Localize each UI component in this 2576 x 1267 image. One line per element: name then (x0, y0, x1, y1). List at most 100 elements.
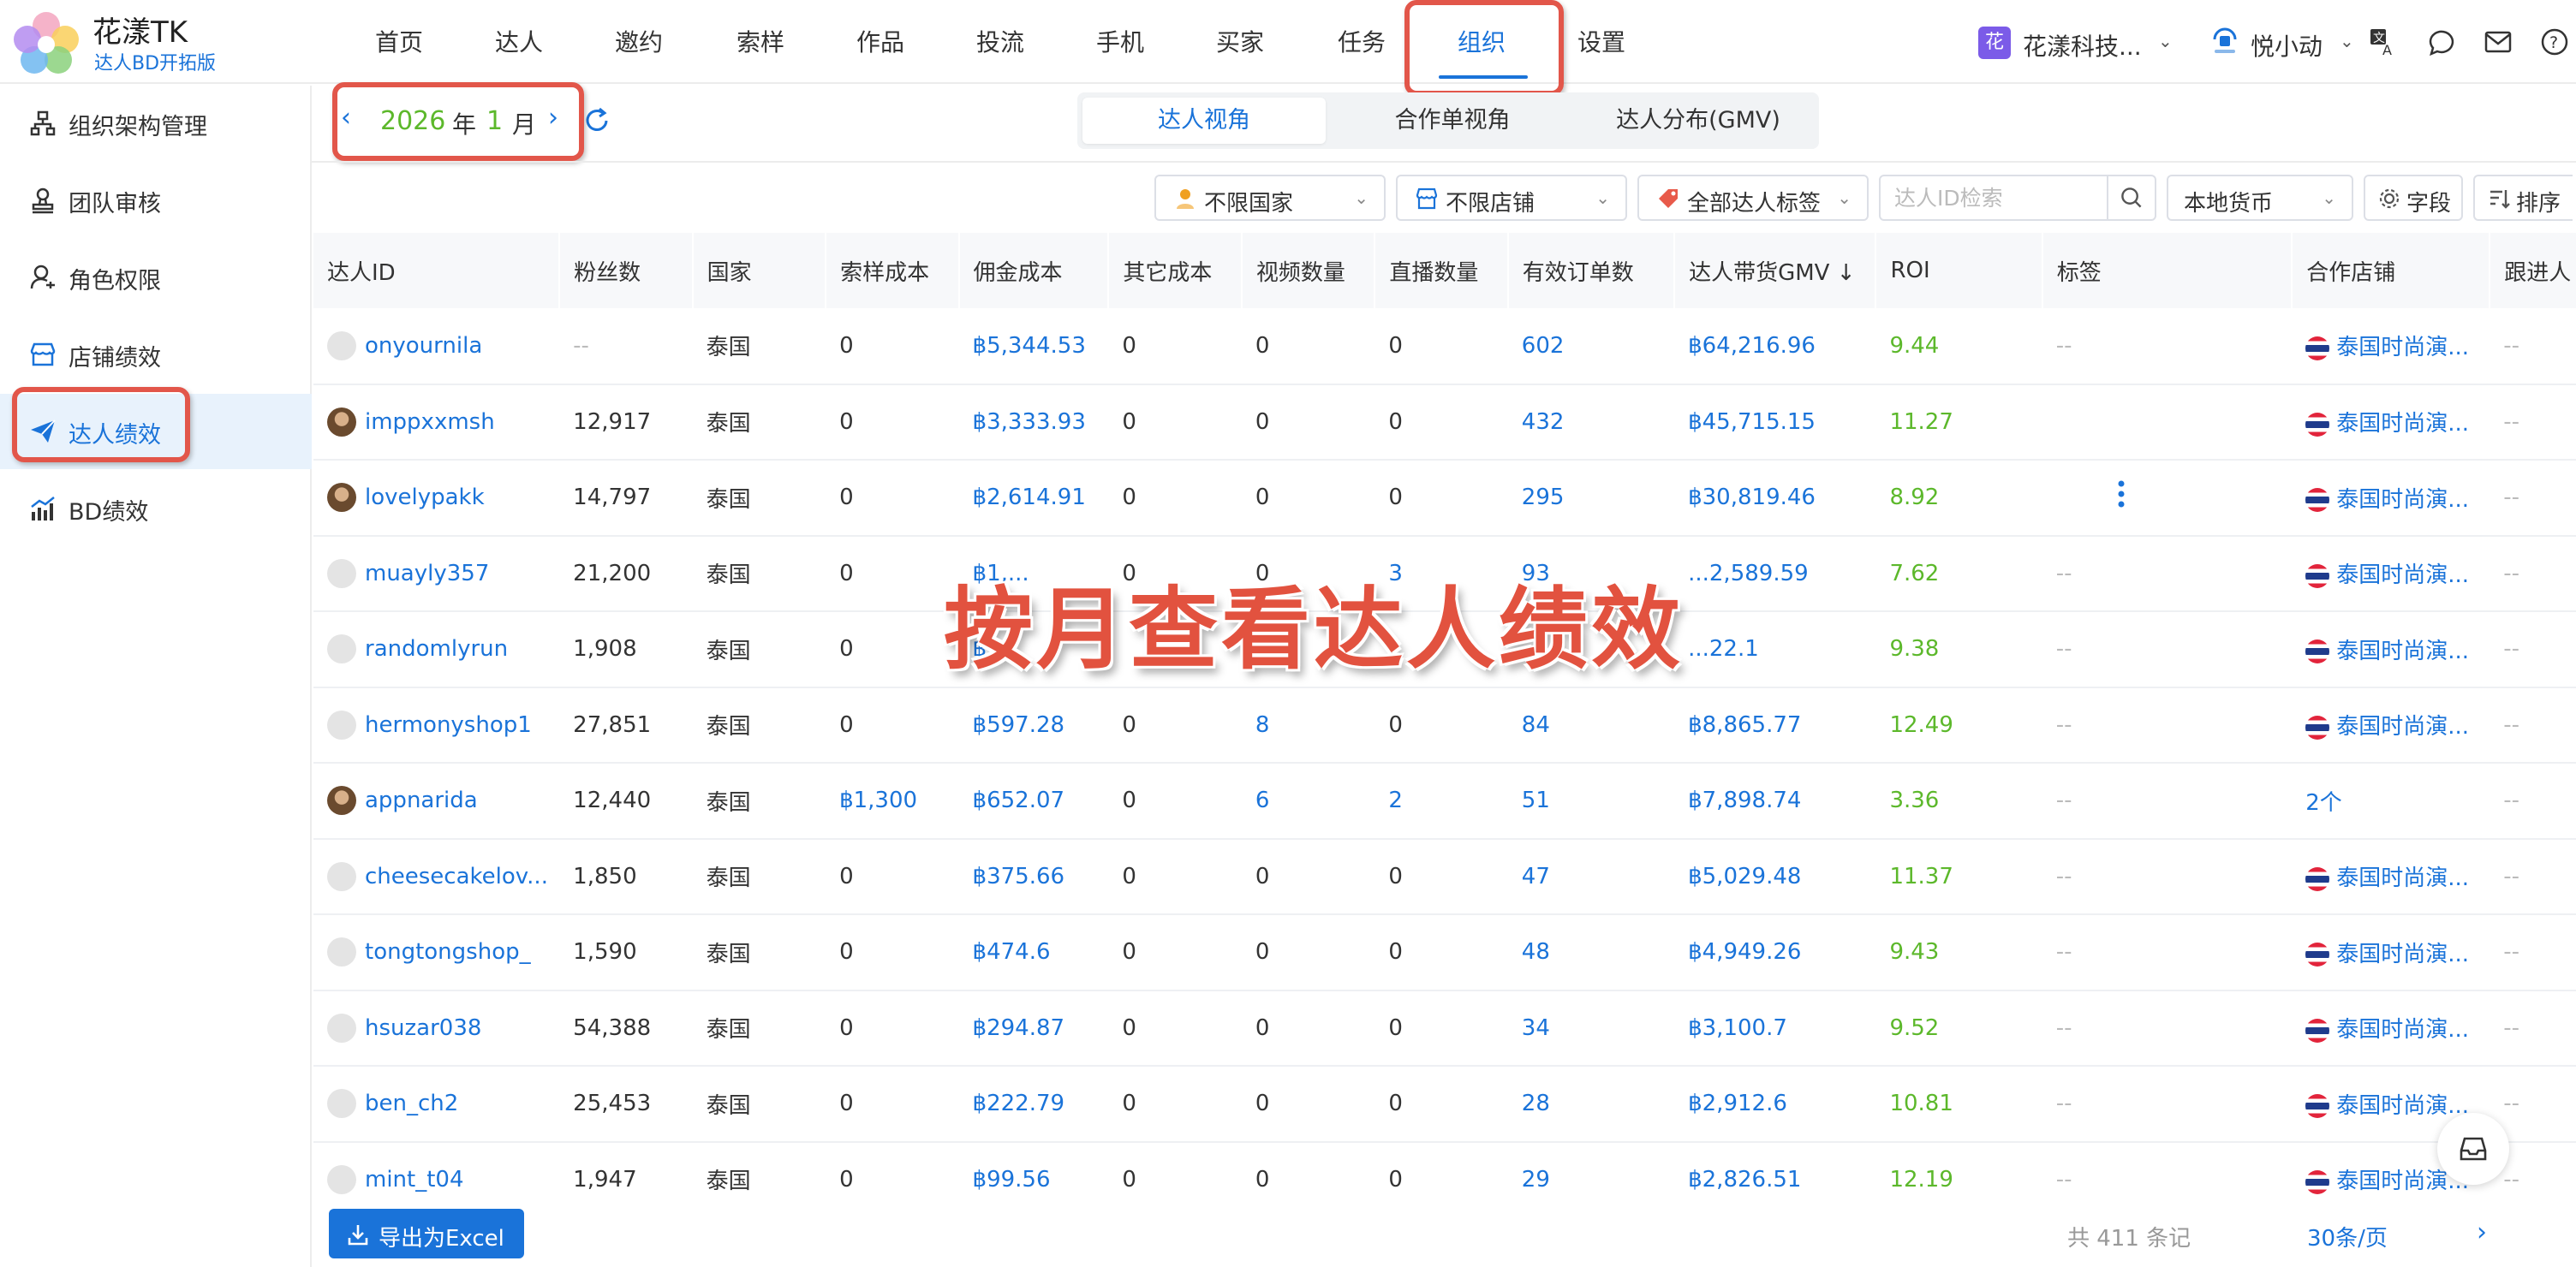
cell-creator-id[interactable]: tongtongshop_ (313, 914, 560, 991)
cell-valid-orders[interactable]: 51 (1507, 763, 1675, 840)
column-header-follower[interactable]: 跟进人 (2490, 233, 2576, 308)
cell-gmv[interactable]: ฿5,029.48 (1674, 838, 1876, 915)
cell-creator-id[interactable]: hsuzar038 (313, 990, 560, 1067)
country-select[interactable]: 不限国家 ⌄ (1154, 175, 1386, 221)
company-chevron-down-icon[interactable]: ⌄ (2158, 31, 2173, 51)
creator-id-link[interactable]: onyournila (365, 333, 482, 359)
creator-id-link[interactable]: ben_ch2 (365, 1091, 458, 1116)
column-header-fans[interactable]: 粉丝数 (559, 233, 694, 308)
cell-valid-orders[interactable]: 34 (1507, 990, 1675, 1067)
cell-commission-cost[interactable]: ฿294.87 (958, 990, 1109, 1067)
shop-name[interactable]: 泰国时尚演... (2336, 562, 2469, 588)
cell-video-count[interactable]: 6 (1241, 763, 1375, 840)
column-header-valid-orders[interactable]: 有效订单数 (1507, 233, 1676, 308)
chat-icon[interactable] (2427, 27, 2456, 57)
currency-select[interactable]: 本地货币 ⌄ (2167, 175, 2353, 221)
cell-commission-cost[interactable]: ฿222.79 (958, 1066, 1109, 1143)
column-header-roi[interactable]: ROI (1875, 233, 2043, 308)
shop-name[interactable]: 泰国时尚演... (2336, 335, 2469, 360)
sidebar-item-role-permission[interactable]: 角色权限 (0, 240, 312, 315)
cell-gmv[interactable]: ฿7,898.74 (1674, 763, 1876, 840)
cell-cooperation-shop[interactable]: 泰国时尚演... (2292, 914, 2490, 991)
tab-creator-distribution-gmv[interactable]: 达人分布(GMV) (1579, 92, 1817, 149)
cell-gmv[interactable]: ฿2,912.6 (1674, 1066, 1876, 1143)
shop-name[interactable]: 泰国时尚演... (2336, 865, 2469, 891)
cell-creator-id[interactable]: cheesecakelov... (313, 838, 560, 915)
cell-cooperation-shop[interactable]: 泰国时尚演... (2292, 535, 2490, 612)
shop-name[interactable]: 泰国时尚演... (2336, 1017, 2469, 1043)
cell-creator-id[interactable]: randomlyrun (313, 611, 560, 688)
tab-creator-view[interactable]: 达人视角 (1082, 98, 1326, 144)
cell-gmv[interactable]: ฿2,826.51 (1674, 1141, 1876, 1200)
nav-item-settings[interactable]: 设置 (1577, 24, 1625, 58)
cell-creator-id[interactable]: muayly357 (313, 535, 560, 612)
creator-id-link[interactable]: randomlyrun (365, 636, 508, 662)
column-header-cooperation-shop[interactable]: 合作店铺 (2292, 233, 2491, 308)
shop-name[interactable]: 泰国时尚演... (2336, 714, 2469, 740)
column-header-tags[interactable]: 标签 (2042, 233, 2293, 308)
column-header-creator-id[interactable]: 达人ID (313, 233, 561, 308)
column-header-gmv[interactable]: 达人带货GMV ↓ (1674, 233, 1877, 308)
creator-id-link[interactable]: imppxxmsh (365, 409, 495, 435)
translate-icon[interactable]: 文 A (2369, 27, 2398, 57)
cell-live-count[interactable]: 2 (1374, 763, 1508, 840)
cell-video-count[interactable]: 8 (1241, 687, 1375, 764)
sidebar-item-bd-performance[interactable]: BD绩效 (0, 471, 312, 546)
creator-id-link[interactable]: hermonyshop1 (365, 712, 532, 738)
column-header-sample-cost[interactable]: 索样成本 (826, 233, 960, 308)
shop-select[interactable]: 不限店铺 ⌄ (1396, 175, 1627, 221)
inbox-float-button[interactable] (2437, 1113, 2509, 1185)
creator-id-link[interactable]: mint_t04 (365, 1167, 464, 1193)
cell-gmv[interactable]: ...2,589.59 (1674, 535, 1876, 612)
creator-id-link[interactable]: lovelypakk (365, 485, 485, 510)
user-chevron-down-icon[interactable]: ⌄ (2340, 31, 2354, 51)
next-month-chevron-right-icon[interactable]: › (548, 103, 558, 133)
creator-id-link[interactable]: appnarida (365, 788, 478, 813)
cell-gmv[interactable]: ฿45,715.15 (1674, 384, 1876, 461)
search-icon[interactable] (2107, 176, 2155, 219)
cell-valid-orders[interactable]: 47 (1507, 838, 1675, 915)
cell-gmv[interactable]: ฿3,100.7 (1674, 990, 1876, 1067)
more-vertical-icon[interactable] (2117, 479, 2126, 509)
sidebar-item-org-structure[interactable]: 组织架构管理 (0, 86, 312, 161)
cell-commission-cost[interactable]: ฿99.56 (958, 1141, 1109, 1200)
cell-commission-cost[interactable]: ฿2,614.91 (958, 460, 1109, 537)
creator-id-link[interactable]: tongtongshop_ (365, 939, 531, 965)
cell-valid-orders[interactable]: 28 (1507, 1066, 1675, 1143)
company-name[interactable]: 花漾科技... (2023, 28, 2142, 62)
cell-cooperation-shop[interactable]: 泰国时尚演... (2292, 384, 2490, 461)
fields-button[interactable]: 字段 (2364, 175, 2463, 221)
user-name[interactable]: 悦小动 (2251, 28, 2323, 62)
nav-item-phone[interactable]: 手机 (1096, 24, 1144, 58)
shop-name[interactable]: 泰国时尚演... (2336, 1093, 2469, 1119)
cell-commission-cost[interactable]: ฿375.66 (958, 838, 1109, 915)
cell-creator-id[interactable]: appnarida (313, 763, 560, 840)
cell-sample-cost[interactable]: ฿1,300 (826, 763, 959, 840)
cell-gmv[interactable]: ฿30,819.46 (1674, 460, 1876, 537)
nav-item-samples[interactable]: 索样 (736, 24, 784, 58)
mail-icon[interactable] (2484, 27, 2513, 57)
company-badge[interactable]: 花 (1978, 27, 2011, 59)
nav-item-invite[interactable]: 邀约 (615, 24, 663, 58)
cell-valid-orders[interactable]: 48 (1507, 914, 1675, 991)
creator-id-link[interactable]: cheesecakelov... (365, 864, 548, 889)
cell-creator-id[interactable]: ben_ch2 (313, 1066, 560, 1143)
nav-item-works[interactable]: 作品 (856, 24, 904, 58)
cell-gmv[interactable]: ฿4,949.26 (1674, 914, 1876, 991)
cell-cooperation-shop[interactable]: 泰国时尚演... (2292, 687, 2490, 764)
cell-gmv[interactable]: ...22.1 (1674, 611, 1876, 688)
date-month[interactable]: 1 (486, 106, 503, 136)
cell-valid-orders[interactable]: 84 (1507, 687, 1675, 764)
page-size-select[interactable]: 30条/页 (2307, 1221, 2388, 1252)
prev-month-chevron-left-icon[interactable]: ‹ (341, 103, 351, 133)
cell-valid-orders[interactable]: 295 (1507, 460, 1675, 537)
shop-name[interactable]: 泰国时尚演... (2336, 942, 2469, 967)
cell-creator-id[interactable]: onyournila (313, 308, 560, 385)
cell-valid-orders[interactable]: 432 (1507, 384, 1675, 461)
tab-cooperation-order-view[interactable]: 合作单视角 (1331, 92, 1574, 149)
column-header-video-count[interactable]: 视频数量 (1241, 233, 1376, 308)
sort-button[interactable]: 排序 (2473, 175, 2573, 221)
sidebar-item-creator-performance[interactable]: 达人绩效 (0, 394, 312, 469)
shop-name[interactable]: 泰国时尚演... (2336, 639, 2469, 664)
nav-item-creators[interactable]: 达人 (495, 24, 543, 58)
